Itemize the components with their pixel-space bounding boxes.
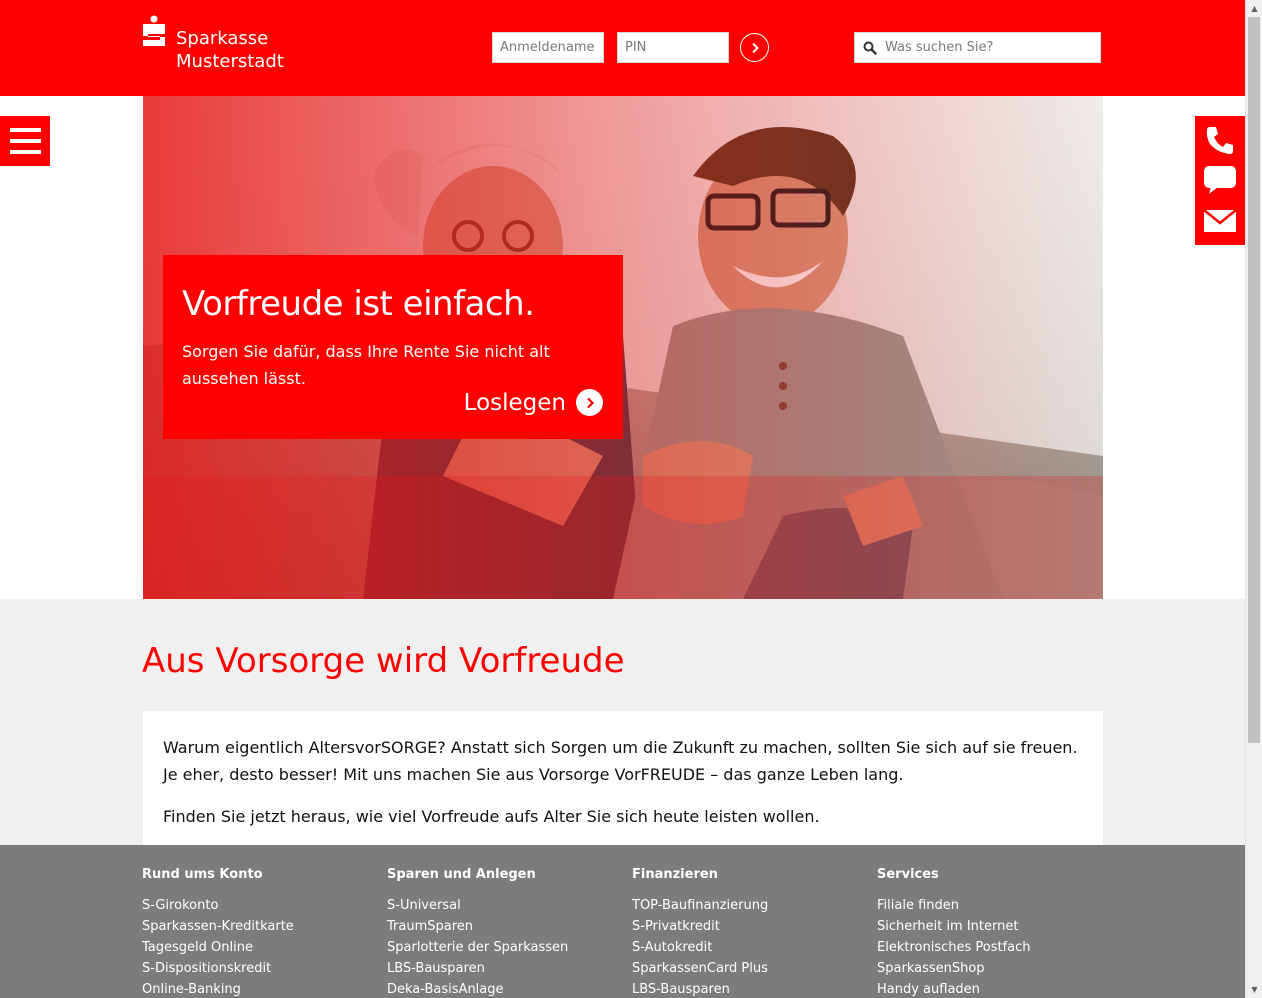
- footer-link[interactable]: Filiale finden: [877, 895, 1117, 916]
- hamburger-icon-bar: [9, 128, 41, 132]
- loslegen-label: Loslegen: [463, 389, 566, 416]
- sparkasse-s-logo-icon: [143, 15, 165, 46]
- footer-column-services: Services Filiale finden Sicherheit im In…: [877, 865, 1117, 998]
- hero-teaser-box: Vorfreude ist einfach. Sorgen Sie dafür,…: [163, 255, 623, 439]
- brand-name: Sparkasse Musterstadt: [176, 27, 284, 73]
- footer-link[interactable]: Elektronisches Postfach: [877, 937, 1117, 958]
- footer-column-konto: Rund ums Konto S-Girokonto Sparkassen-Kr…: [142, 865, 382, 998]
- chevron-right-icon: [751, 42, 759, 53]
- footer-link[interactable]: LBS-Bausparen: [387, 958, 627, 979]
- intro-paragraph-2: Finden Sie jetzt heraus, wie viel Vorfre…: [163, 807, 820, 826]
- sparkasse-logo[interactable]: Sparkasse Musterstadt: [142, 15, 284, 73]
- mail-icon: [1203, 208, 1237, 232]
- chat-icon: [1204, 166, 1236, 195]
- footer-link[interactable]: Handy aufladen: [877, 979, 1117, 998]
- scrollbar-thumb[interactable]: [1248, 17, 1260, 743]
- footer-link[interactable]: Sparlotterie der Sparkassen: [387, 937, 627, 958]
- login-submit-button[interactable]: [740, 33, 769, 62]
- brand-line-1: Sparkasse: [176, 28, 269, 49]
- footer-link[interactable]: S-Privatkredit: [632, 916, 872, 937]
- footer-link[interactable]: S-Dispositionskredit: [142, 958, 382, 979]
- footer-column-sparen: Sparen und Anlegen S-Universal TraumSpar…: [387, 865, 627, 998]
- phone-icon: [1206, 127, 1233, 155]
- footer-link[interactable]: S-Autokredit: [632, 937, 872, 958]
- pin-input[interactable]: [617, 32, 729, 63]
- search-icon: [863, 41, 877, 55]
- phone-contact-button[interactable]: [1200, 122, 1240, 158]
- footer-link[interactable]: Sicherheit im Internet: [877, 916, 1117, 937]
- scroll-down-arrow-icon[interactable]: ▼: [1246, 981, 1262, 998]
- footer-link[interactable]: S-Girokonto: [142, 895, 382, 916]
- loslegen-link[interactable]: Loslegen: [464, 389, 603, 416]
- section-heading: Aus Vorsorge wird Vorfreude: [142, 641, 625, 681]
- hero-banner: Vorfreude ist einfach. Sorgen Sie dafür,…: [143, 96, 1103, 599]
- hero-text: Sorgen Sie dafür, dass Ihre Rente Sie ni…: [182, 342, 550, 388]
- footer-column-title: Rund ums Konto: [142, 867, 263, 882]
- footer-link[interactable]: LBS-Bausparen: [632, 979, 872, 998]
- main-menu-button[interactable]: [0, 116, 50, 166]
- footer-link[interactable]: SparkassenCard Plus: [632, 958, 872, 979]
- chat-contact-button[interactable]: [1200, 162, 1240, 198]
- footer-link[interactable]: TOP-Baufinanzierung: [632, 895, 872, 916]
- hamburger-icon-bar: [9, 139, 41, 143]
- footer-link[interactable]: Sparkassen-Kreditkarte: [142, 916, 382, 937]
- username-input[interactable]: [492, 32, 604, 63]
- footer-link[interactable]: Online-Banking: [142, 979, 382, 998]
- scroll-up-arrow-icon[interactable]: ▲: [1246, 0, 1262, 17]
- mail-contact-button[interactable]: [1200, 203, 1240, 239]
- search-box[interactable]: [854, 32, 1101, 63]
- vertical-scrollbar[interactable]: ▲ ▼: [1245, 0, 1262, 998]
- intro-paragraph-1: Warum eigentlich AltersvorSORGE? Anstatt…: [163, 738, 1078, 784]
- footer-column-finanzieren: Finanzieren TOP-Baufinanzierung S-Privat…: [632, 865, 872, 998]
- site-footer: Rund ums Konto S-Girokonto Sparkassen-Kr…: [0, 845, 1245, 998]
- footer-link[interactable]: SparkassenShop: [877, 958, 1117, 979]
- footer-link[interactable]: Tagesgeld Online: [142, 937, 382, 958]
- hamburger-icon-bar: [9, 150, 41, 154]
- footer-column-title: Sparen und Anlegen: [387, 867, 536, 882]
- search-input[interactable]: [885, 40, 1085, 55]
- site-header: Sparkasse Musterstadt: [0, 0, 1245, 96]
- footer-link[interactable]: Deka-BasisAnlage: [387, 979, 627, 998]
- footer-column-title: Finanzieren: [632, 867, 718, 882]
- footer-link[interactable]: TraumSparen: [387, 916, 627, 937]
- chevron-right-circle-icon: [576, 389, 603, 416]
- footer-link[interactable]: S-Universal: [387, 895, 627, 916]
- contact-sidebar: [1195, 116, 1245, 245]
- brand-line-2: Musterstadt: [176, 51, 284, 72]
- intro-text-box: Warum eigentlich AltersvorSORGE? Anstatt…: [143, 711, 1103, 845]
- footer-column-title: Services: [877, 867, 939, 882]
- hero-title: Vorfreude ist einfach.: [182, 284, 535, 324]
